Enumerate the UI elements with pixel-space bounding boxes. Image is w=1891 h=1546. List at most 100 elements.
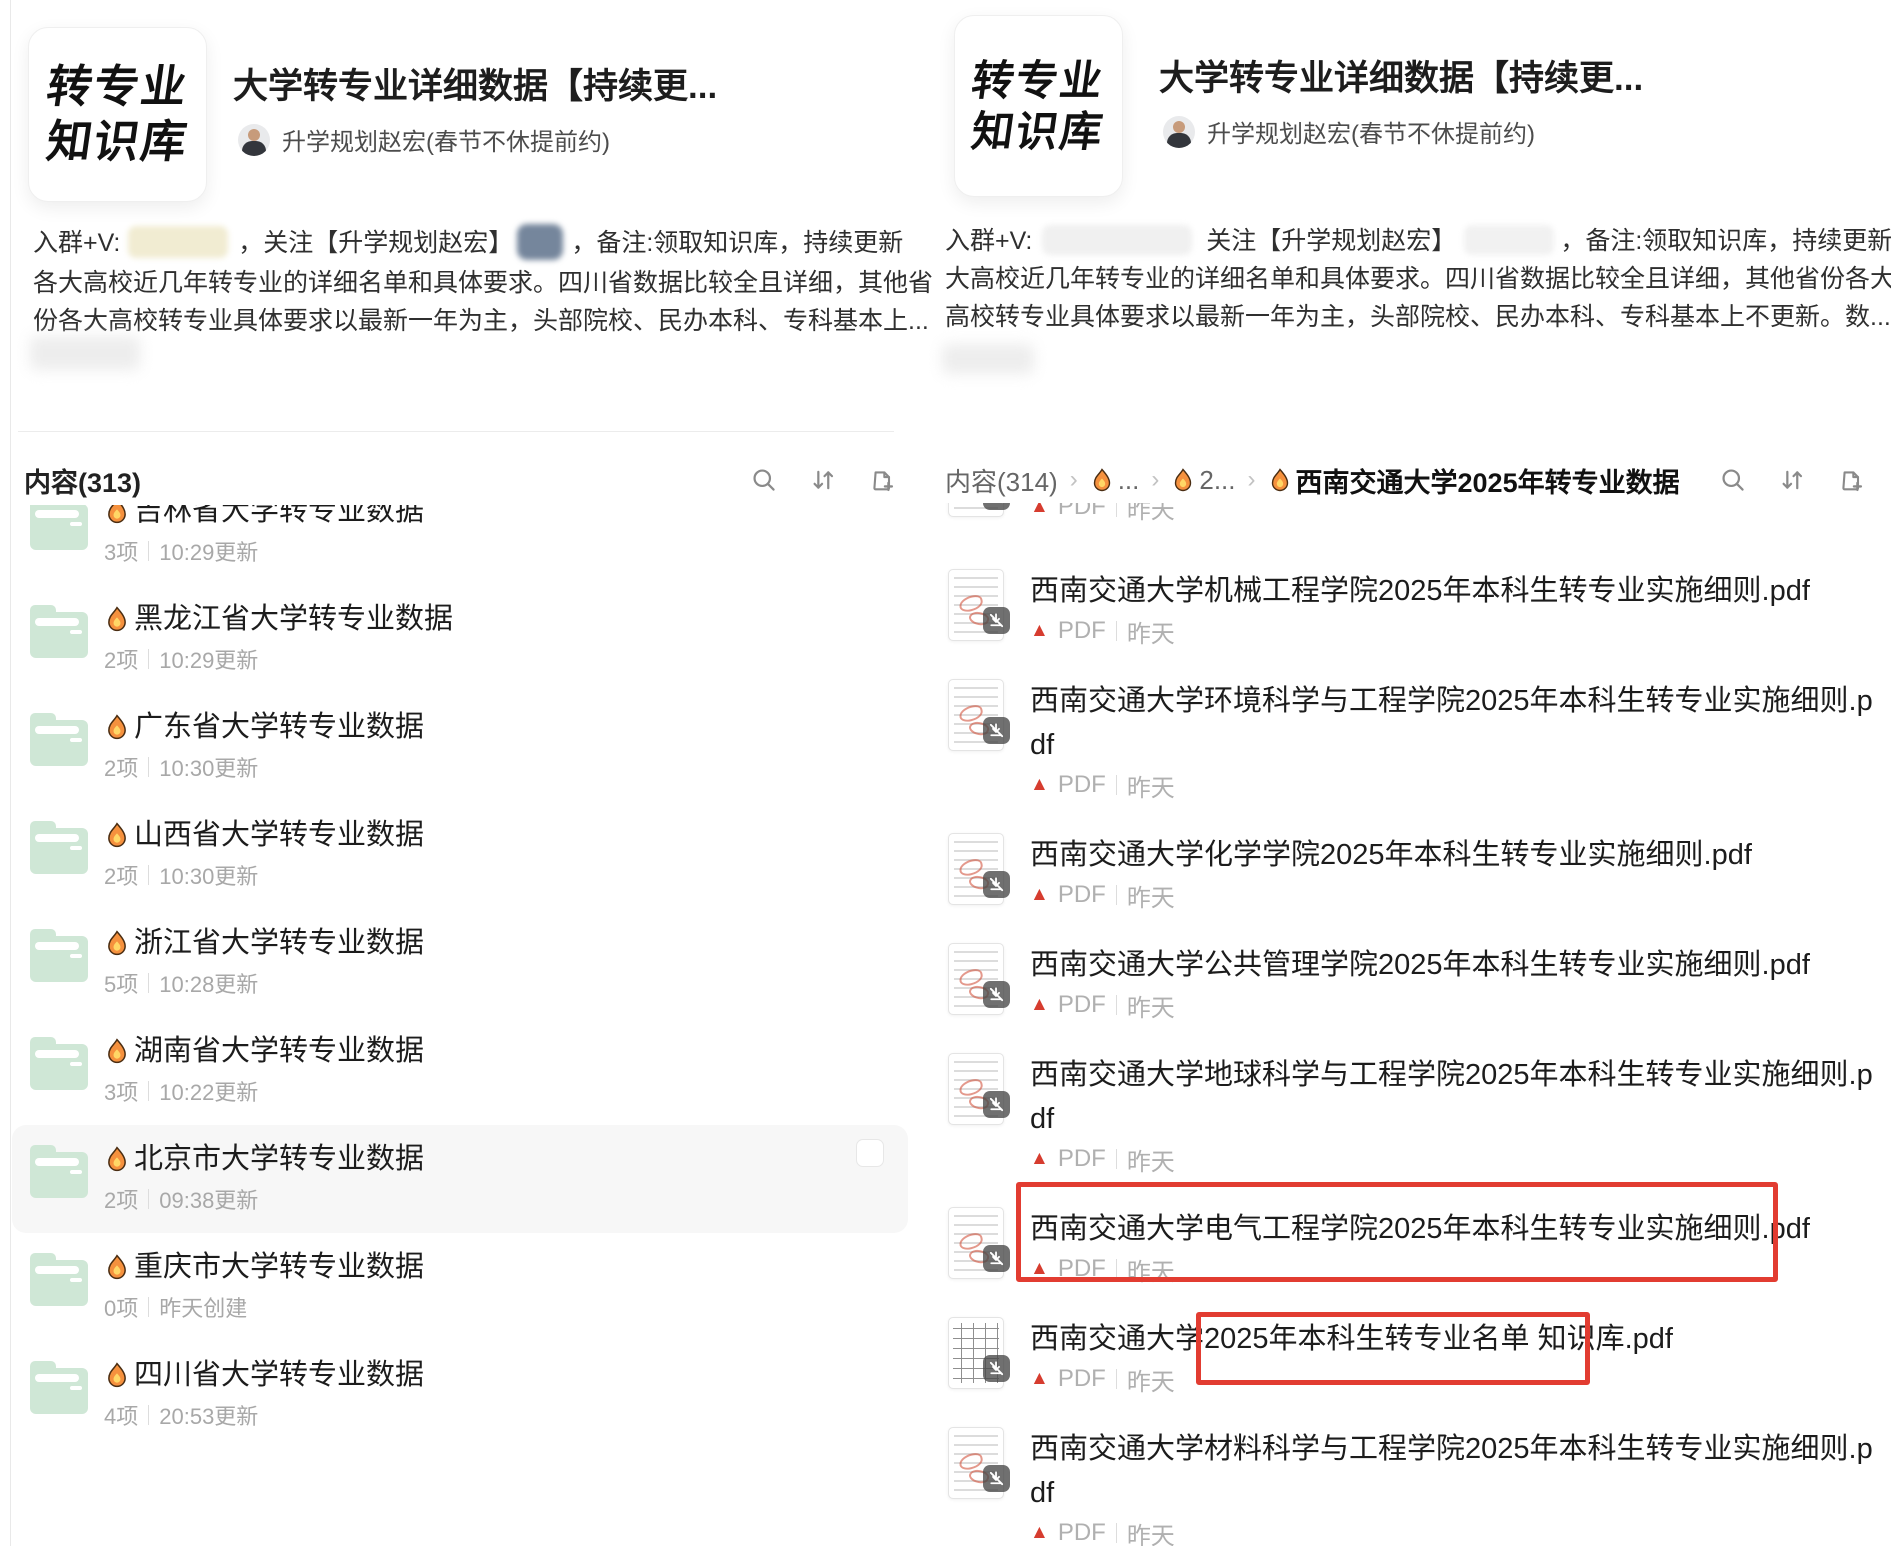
search-icon[interactable] xyxy=(1719,466,1747,494)
file-title: 西南交通大学2025年本科生转专业名单 知识库.pdf xyxy=(1030,1323,1673,1355)
file-meta: ▲ PDF 昨天 xyxy=(1030,881,1879,912)
kb-logo: 转专业 知识库 xyxy=(28,27,207,202)
new-page-icon[interactable] xyxy=(1837,466,1865,494)
file-row[interactable]: 西南交通大学机械工程学院2025年本科生转专业实施细则.pdf ▲ PDF 昨天 xyxy=(940,569,1891,648)
folder-item-count: 2项 xyxy=(104,864,139,889)
breadcrumb-folder-2[interactable]: 2... xyxy=(1171,465,1236,496)
pdf-icon: ▲ xyxy=(1030,884,1049,905)
folder-row[interactable]: 山西省大学转专业数据 2项 10:30更新 xyxy=(12,801,908,909)
folder-icon xyxy=(30,1145,88,1199)
fire-icon xyxy=(108,1038,126,1064)
panel-folder-browser: 转专业 知识库 大学转专业详细数据【持续更... 升学规划赵宏(春节不休提前约)… xyxy=(12,0,933,1546)
folder-icon xyxy=(30,505,88,551)
window-edge-line xyxy=(10,0,11,1546)
folder-name: 黑龙江省大学转专业数据 xyxy=(134,603,454,635)
folder-checkbox[interactable] xyxy=(856,1139,884,1167)
folder-title: 浙江省大学转专业数据 xyxy=(104,927,424,959)
new-page-icon[interactable] xyxy=(868,466,896,494)
folder-icon xyxy=(30,1361,88,1415)
folder-row[interactable]: 广东省大学转专业数据 2项 10:30更新 xyxy=(12,693,908,801)
kb-title[interactable]: 大学转专业详细数据【持续更... xyxy=(233,58,717,109)
breadcrumb-root[interactable]: 内容(314) xyxy=(945,462,1058,499)
file-meta: ▲ PDF 昨天 xyxy=(1030,991,1879,1022)
download-disabled-icon xyxy=(983,1091,1010,1118)
pdf-thumbnail xyxy=(948,1317,1010,1389)
folder-row[interactable]: 重庆市大学转专业数据 0项 昨天创建 xyxy=(12,1233,908,1341)
file-row[interactable]: 西南交通大学地球科学与工程学院2025年本科生转专业实施细则.pdf ▲ PDF… xyxy=(940,1053,1891,1176)
folder-title: 重庆市大学转专业数据 xyxy=(104,1251,424,1283)
file-time: 昨天 xyxy=(1126,1148,1175,1176)
folder-row[interactable]: 湖南省大学转专业数据 3项 10:22更新 xyxy=(12,1017,908,1125)
meta-separator xyxy=(148,649,150,669)
kb-title[interactable]: 大学转专业详细数据【持续更... xyxy=(1159,50,1643,101)
fire-icon xyxy=(108,1254,126,1280)
search-icon[interactable] xyxy=(750,466,778,494)
fire-icon xyxy=(108,714,126,740)
breadcrumb-row: 内容(314) › ... › 2... › 西南交通大学2025年转专业数据 xyxy=(940,458,1891,502)
folder-row[interactable]: 北京市大学转专业数据 2项 09:38更新 xyxy=(12,1125,908,1233)
file-time: 昨天 xyxy=(1126,884,1175,912)
kb-owner[interactable]: 升学规划赵宏(春节不休提前约) xyxy=(238,122,610,157)
folder-update-time: 10:28更新 xyxy=(159,972,259,997)
folder-update-time: 10:30更新 xyxy=(159,756,259,781)
meta-separator xyxy=(148,1405,150,1425)
folder-icon xyxy=(30,929,88,983)
kb-owner[interactable]: 升学规划赵宏(春节不休提前约) xyxy=(1163,114,1535,149)
fire-icon xyxy=(108,822,126,848)
meta-separator xyxy=(148,1189,150,1209)
folder-name: 广东省大学转专业数据 xyxy=(134,711,425,743)
meta-separator xyxy=(1115,775,1117,795)
meta-separator xyxy=(148,973,150,993)
breadcrumb-current[interactable]: 西南交通大学2025年转专业数据 xyxy=(1268,461,1680,500)
file-title: 西南交通大学机械工程学院2025年本科生转专业实施细则.pdf xyxy=(1030,575,1810,607)
folder-update-time: 10:22更新 xyxy=(159,1080,259,1105)
file-type-label: PDF xyxy=(1057,991,1106,1018)
folder-name: 北京市大学转专业数据 xyxy=(134,1143,425,1175)
folder-icon xyxy=(30,605,88,659)
folder-name: 四川省大学转专业数据 xyxy=(134,1359,425,1391)
file-row[interactable]: 西南交通大学电气工程学院2025年本科生转专业实施细则.pdf ▲ PDF 昨天 xyxy=(940,1182,1891,1286)
desc-line3: 高校转专业具体要求以最新一年为主，头部院校、民办本科、专科基本上不更新。数... xyxy=(945,303,1891,331)
owner-avatar xyxy=(238,123,270,156)
folder-item-count: 2项 xyxy=(104,648,139,673)
fire-icon xyxy=(1093,468,1110,492)
folder-meta: 3项 10:29更新 xyxy=(104,535,424,567)
folder-update-time: 10:29更新 xyxy=(159,540,259,565)
folder-row[interactable]: 浙江省大学转专业数据 5项 10:28更新 xyxy=(12,909,908,1017)
folder-row[interactable]: 吉林省大学转专业数据 3项 10:29更新 xyxy=(12,505,908,585)
kb-logo-line1: 转专业 xyxy=(969,56,1108,104)
breadcrumb-folder-1[interactable]: ... xyxy=(1090,465,1139,496)
content-header-row: 内容(313) xyxy=(12,458,908,502)
folder-icon xyxy=(30,821,88,875)
folder-row[interactable]: 四川省大学转专业数据 4项 20:53更新 xyxy=(12,1341,908,1449)
file-row[interactable]: 西南交通大学化学学院2025年本科生转专业实施细则.pdf ▲ PDF 昨天 xyxy=(940,833,1891,912)
content-count-label: 内容(313) xyxy=(24,467,142,498)
folder-list: 吉林省大学转专业数据 3项 10:29更新 黑龙江省大学转专业数据 2项 10:… xyxy=(12,505,908,1546)
fire-icon xyxy=(1175,468,1192,492)
folder-update-time: 09:38更新 xyxy=(159,1188,259,1213)
file-row[interactable]: 西南交通大学环境科学与工程学院2025年本科生转专业实施细则.pdf ▲ PDF… xyxy=(940,679,1891,802)
pdf-thumbnail xyxy=(948,833,1010,905)
folder-row[interactable]: 黑龙江省大学转专业数据 2项 10:29更新 xyxy=(12,585,908,693)
owner-name: 升学规划赵宏(春节不休提前约) xyxy=(282,129,610,156)
redacted-blob xyxy=(517,224,564,261)
file-row[interactable]: ▲ PDF 昨天 xyxy=(940,503,1891,524)
file-row[interactable]: 西南交通大学公共管理学院2025年本科生转专业实施细则.pdf ▲ PDF 昨天 xyxy=(940,943,1891,1022)
sort-icon[interactable] xyxy=(809,466,837,494)
folder-name: 浙江省大学转专业数据 xyxy=(134,927,425,959)
file-time: 昨天 xyxy=(1126,1522,1175,1546)
file-type-label: PDF xyxy=(1057,1255,1106,1282)
folder-item-count: 3项 xyxy=(104,540,139,565)
file-type-label: PDF xyxy=(1057,1365,1106,1392)
folder-meta: 2项 10:30更新 xyxy=(104,751,424,783)
sort-icon[interactable] xyxy=(1778,466,1806,494)
file-row[interactable]: 西南交通大学材料科学与工程学院2025年本科生转专业实施细则.pdf ▲ PDF… xyxy=(940,1427,1891,1546)
folder-item-count: 4项 xyxy=(104,1404,139,1429)
folder-update-time: 20:53更新 xyxy=(159,1404,259,1429)
pdf-thumbnail xyxy=(948,1207,1010,1279)
meta-separator xyxy=(148,541,150,561)
meta-separator xyxy=(1115,1149,1117,1169)
fire-icon xyxy=(108,606,126,632)
folder-title: 北京市大学转专业数据 xyxy=(104,1143,424,1175)
file-row[interactable]: 西南交通大学2025年本科生转专业名单 知识库.pdf ▲ PDF 昨天 xyxy=(940,1312,1891,1396)
